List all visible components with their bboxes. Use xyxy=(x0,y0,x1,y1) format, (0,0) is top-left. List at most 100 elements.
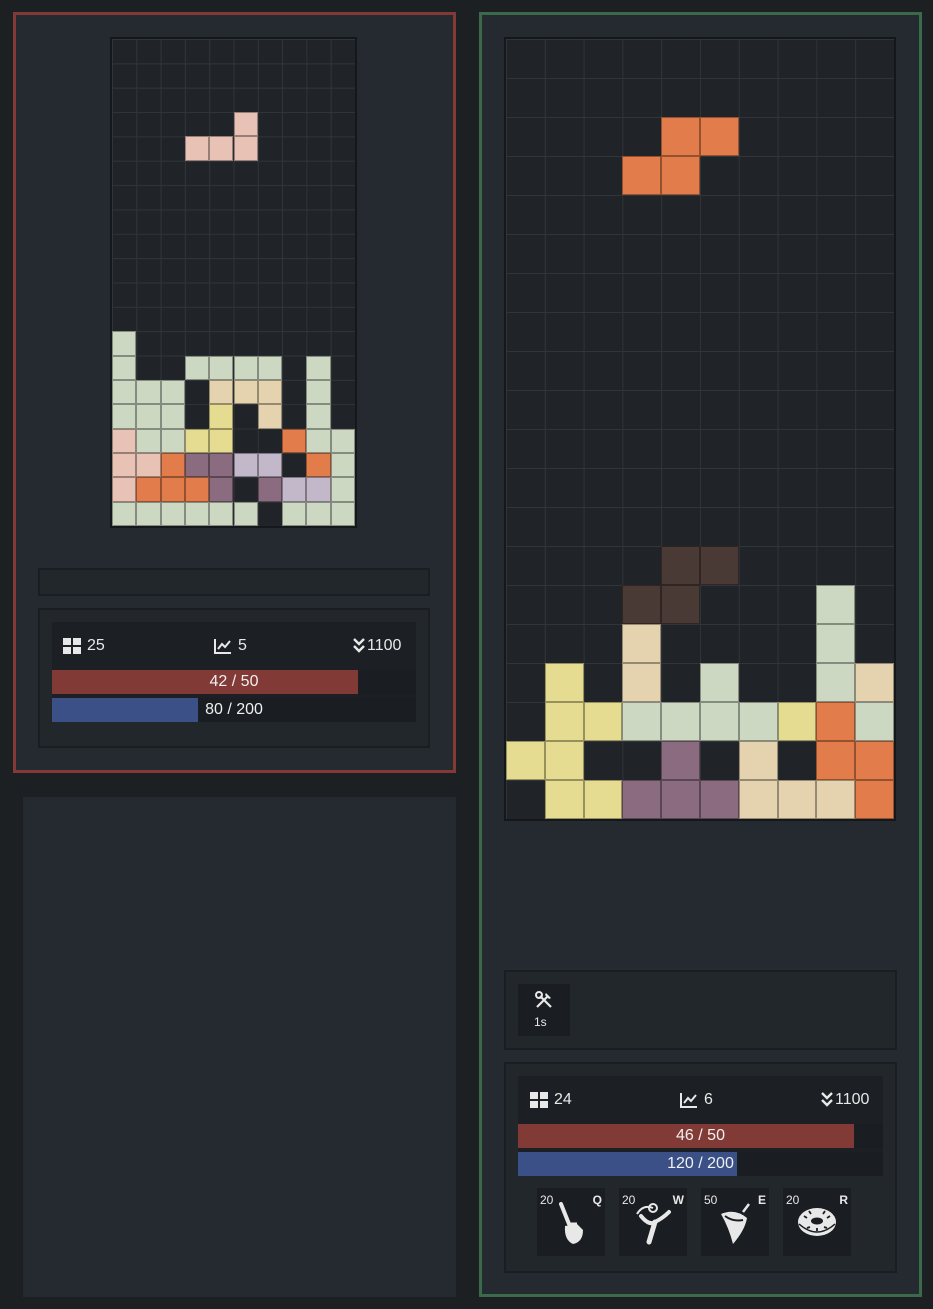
board-cell xyxy=(622,624,662,663)
skill-button-w[interactable]: 20 W xyxy=(619,1188,687,1256)
player-2-health-bar: 46 / 50 xyxy=(518,1124,883,1148)
board-cell xyxy=(209,428,234,453)
board-cell xyxy=(160,379,185,405)
board-cell xyxy=(544,741,584,780)
board-cell xyxy=(661,741,700,780)
board-cell xyxy=(622,702,662,741)
board-cell xyxy=(209,404,234,429)
board-cell xyxy=(816,624,856,663)
player-1-lines-value: 5 xyxy=(238,637,247,654)
board-cell xyxy=(700,663,739,702)
board-cell xyxy=(544,663,584,702)
grid-icon xyxy=(530,1092,548,1108)
board-cell xyxy=(777,780,817,819)
player-1-pieces-stat: 25 xyxy=(63,636,105,656)
board-cell xyxy=(184,136,210,161)
board-cell xyxy=(330,428,355,453)
board-cell xyxy=(112,331,137,356)
board-cell xyxy=(233,355,258,380)
player-2-lines-stat: 6 xyxy=(680,1090,713,1110)
board-cell xyxy=(306,428,331,453)
board-cell xyxy=(257,355,283,380)
board-cell xyxy=(257,452,283,478)
board-cell xyxy=(160,477,185,502)
board-cell xyxy=(160,501,185,526)
board-cell xyxy=(306,477,331,502)
board-cell xyxy=(136,428,161,453)
board-cell xyxy=(700,702,739,741)
player-1-cells xyxy=(112,39,355,526)
board-cell xyxy=(209,477,234,502)
board-cell xyxy=(209,379,234,405)
player-2-pieces-stat: 24 xyxy=(530,1090,572,1110)
player-2-mana-label: 120 / 200 xyxy=(667,1155,734,1172)
board-cell xyxy=(330,477,355,502)
chart-line-icon xyxy=(214,639,231,654)
board-cell xyxy=(233,136,258,161)
skill-button-r[interactable]: 20 R xyxy=(783,1188,851,1256)
board-cell xyxy=(583,780,623,819)
board-cell xyxy=(661,156,700,195)
board-cell xyxy=(816,585,856,624)
board-cell xyxy=(330,501,355,526)
player-1-speed-value: 1100 xyxy=(367,637,402,654)
board-cell xyxy=(622,585,662,624)
skill-button-e[interactable]: 50 E xyxy=(701,1188,769,1256)
board-cell xyxy=(816,780,856,819)
board-cell xyxy=(112,477,137,502)
board-cell xyxy=(184,501,210,526)
board-cell xyxy=(661,117,700,156)
board-cell xyxy=(306,501,331,526)
board-cell xyxy=(282,428,307,453)
board-cell xyxy=(136,477,161,502)
board-cell xyxy=(306,379,331,405)
board-cell xyxy=(306,404,331,429)
board-cell xyxy=(282,501,307,526)
board-cell xyxy=(209,501,234,526)
board-cell xyxy=(136,452,161,478)
board-cell xyxy=(855,741,894,780)
player-2-active-ability[interactable]: 1s xyxy=(518,984,570,1036)
board-cell xyxy=(257,477,283,502)
board-cell xyxy=(160,452,185,478)
board-cell xyxy=(544,702,584,741)
board-cell xyxy=(306,452,331,478)
board-cell xyxy=(583,702,623,741)
player-2-speed-stat: 1100 xyxy=(821,1090,869,1110)
double-chevron-down-icon xyxy=(821,1092,833,1107)
board-cell xyxy=(184,428,210,453)
player-1-lines-stat: 5 xyxy=(214,636,247,656)
board-cell xyxy=(855,780,894,819)
player-2-speed-value: 1100 xyxy=(835,1091,870,1108)
tools-icon xyxy=(535,991,552,1008)
board-cell xyxy=(257,379,283,405)
board-cell xyxy=(816,663,856,702)
skill-hotkey: E xyxy=(757,1193,766,1207)
player-2-health-label: 46 / 50 xyxy=(676,1127,725,1144)
board-cell xyxy=(112,428,137,453)
board-cell xyxy=(136,501,161,526)
board-cell xyxy=(112,452,137,478)
board-cell xyxy=(112,404,137,429)
board-cell xyxy=(506,741,545,780)
board-cell xyxy=(330,452,355,478)
board-cell xyxy=(738,780,778,819)
board-cell xyxy=(738,702,778,741)
board-cell xyxy=(855,702,894,741)
board-cell xyxy=(233,379,258,405)
double-chevron-down-icon xyxy=(353,638,365,653)
board-cell xyxy=(700,546,739,585)
spinning-top-icon xyxy=(721,1203,750,1244)
player-2-lines-value: 6 xyxy=(704,1091,713,1108)
skill-button-q[interactable]: 20 Q xyxy=(537,1188,605,1256)
board-cell xyxy=(136,379,161,405)
board-cell xyxy=(544,780,584,819)
board-cell xyxy=(661,702,700,741)
board-cell xyxy=(855,663,894,702)
board-cell xyxy=(184,355,210,380)
board-cell xyxy=(257,404,283,429)
grid-icon xyxy=(63,638,81,654)
player-2-board xyxy=(504,37,896,821)
board-cell xyxy=(209,136,234,161)
board-cell xyxy=(160,428,185,453)
